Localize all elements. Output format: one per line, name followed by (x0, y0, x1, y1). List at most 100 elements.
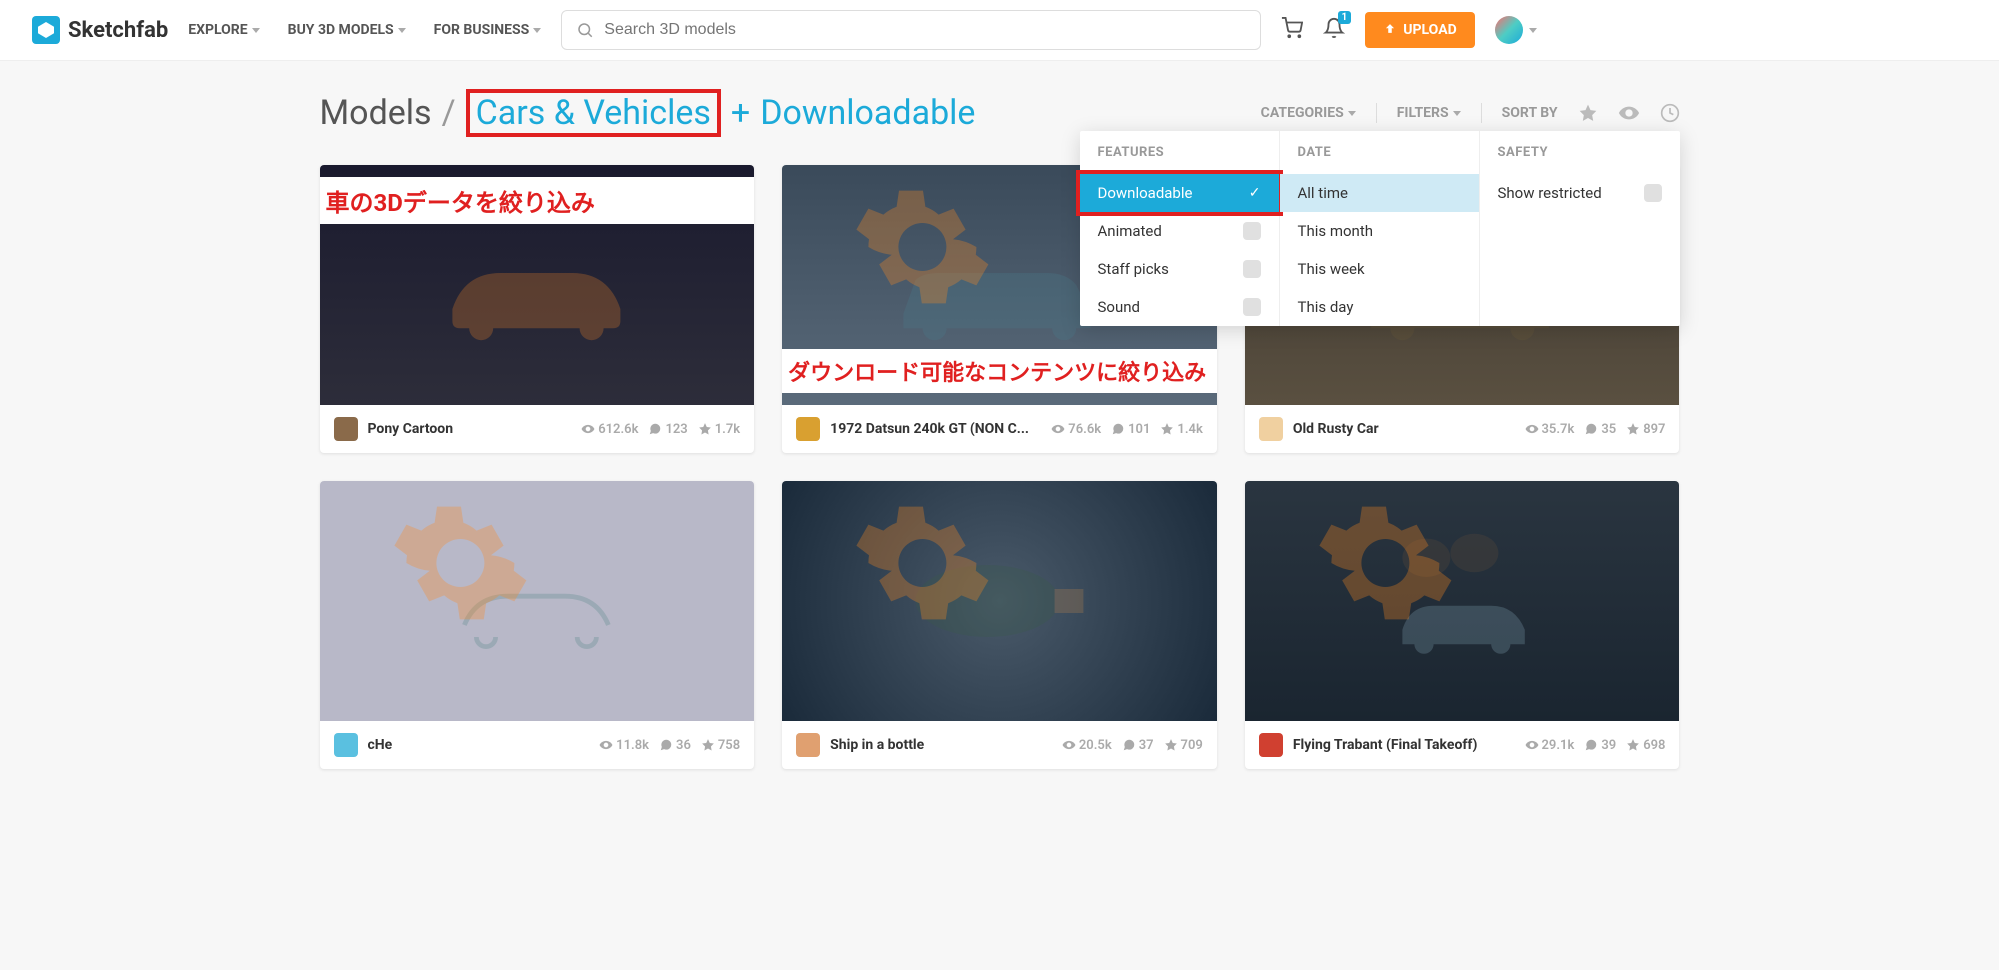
comment-icon (648, 422, 662, 436)
upload-icon (1383, 23, 1397, 37)
gear-icon[interactable] (792, 175, 1053, 319)
annotation-text: ダウンロード可能なコンテンツに絞り込み (782, 349, 1217, 393)
checkbox-icon (1243, 222, 1261, 240)
chevron-down-icon (1453, 111, 1461, 116)
eye-icon (1062, 738, 1076, 752)
author-avatar[interactable] (334, 733, 358, 757)
model-card[interactable]: Flying Trabant (Final Takeoff) 29.1k 39 … (1245, 481, 1680, 769)
search-bar[interactable] (561, 10, 1261, 50)
model-title: Old Rusty Car (1293, 421, 1379, 437)
title-filter[interactable]: Downloadable (760, 93, 975, 133)
cart-button[interactable] (1281, 17, 1303, 43)
sort-by-dropdown[interactable]: SORT BY (1502, 105, 1558, 121)
filter-option-all-time[interactable]: All time (1280, 174, 1479, 212)
user-menu[interactable] (1495, 16, 1537, 44)
car-icon (406, 213, 667, 357)
download-icon[interactable] (483, 491, 744, 635)
filter-option-show-restricted[interactable]: Show restricted (1480, 174, 1680, 212)
model-card[interactable]: Ship in a bottle 20.5k 37 709 (782, 481, 1217, 769)
eye-icon[interactable] (1618, 102, 1640, 124)
model-title: Ship in a bottle (830, 737, 924, 753)
filter-date-column: DATE All time This month This week This … (1280, 131, 1480, 326)
card-footer: cHe 11.8k 36 758 (320, 721, 755, 769)
cart-icon (1281, 17, 1303, 39)
checkbox-icon (1243, 260, 1261, 278)
filters-dropdown[interactable]: FILTERS (1397, 105, 1461, 121)
check-icon: ✓ (1249, 185, 1261, 201)
nav-buy[interactable]: BUY 3D MODELS (288, 22, 406, 38)
page-title: Models / Cars & Vehicles + Downloadable (320, 89, 976, 137)
search-input[interactable] (604, 21, 1246, 39)
star-icon (1626, 738, 1640, 752)
likes-stat: 1.7k (698, 422, 740, 437)
model-title: Flying Trabant (Final Takeoff) (1293, 737, 1478, 753)
eye-icon (1525, 738, 1539, 752)
comment-icon (1111, 422, 1125, 436)
eye-icon (581, 422, 595, 436)
content: Models / Cars & Vehicles + Downloadable … (280, 61, 1720, 797)
eye-icon (1525, 422, 1539, 436)
model-thumbnail: 車の3Dデータを絞り込み (320, 165, 755, 405)
card-footer: Old Rusty Car 35.7k 35 897 (1245, 405, 1680, 453)
model-card[interactable]: 車の3Dデータを絞り込み Pony Cartoon 612.6k 123 1.7… (320, 165, 755, 453)
filter-safety-header: SAFETY (1480, 131, 1680, 174)
card-footer: Flying Trabant (Final Takeoff) 29.1k 39 … (1245, 721, 1680, 769)
sort-controls: CATEGORIES FILTERS SORT BY (1261, 102, 1680, 124)
download-icon[interactable] (1409, 491, 1670, 635)
model-stats: 29.1k 39 698 (1525, 738, 1666, 753)
checkbox-icon (1644, 184, 1662, 202)
author-avatar[interactable] (1259, 733, 1283, 757)
model-card[interactable]: cHe 11.8k 36 758 (320, 481, 755, 769)
annotation-highlight-downloadable: Downloadable ✓ (1076, 170, 1283, 216)
filter-features-column: FEATURES Downloadable ✓ Animated Staff p… (1080, 131, 1280, 326)
filter-option-this-month[interactable]: This month (1280, 212, 1479, 250)
filter-option-this-week[interactable]: This week (1280, 250, 1479, 288)
star-icon (701, 738, 715, 752)
divider (1376, 103, 1377, 123)
author-avatar[interactable] (1259, 417, 1283, 441)
chevron-down-icon (398, 28, 406, 33)
author-avatar[interactable] (796, 733, 820, 757)
logo[interactable]: Sketchfab (32, 16, 168, 44)
model-stats: 76.6k 101 1.4k (1051, 422, 1203, 437)
chevron-down-icon (252, 28, 260, 33)
views-stat: 612.6k (581, 422, 638, 437)
filter-option-staff-picks[interactable]: Staff picks (1080, 250, 1279, 288)
filter-option-animated[interactable]: Animated (1080, 212, 1279, 250)
filter-option-downloadable[interactable]: Downloadable ✓ (1080, 174, 1279, 212)
header-right: 1 UPLOAD (1281, 12, 1536, 48)
comment-icon (1584, 738, 1598, 752)
model-title: 1972 Datsun 240k GT (NON C... (830, 421, 1029, 437)
divider (1481, 103, 1482, 123)
model-stats: 612.6k 123 1.7k (581, 422, 740, 437)
nav-business[interactable]: FOR BUSINESS (434, 22, 542, 38)
categories-dropdown[interactable]: CATEGORIES (1261, 105, 1356, 121)
title-category[interactable]: Cars & Vehicles (476, 93, 711, 133)
author-avatar[interactable] (334, 417, 358, 441)
filter-option-sound[interactable]: Sound (1080, 288, 1279, 326)
card-footer: Ship in a bottle 20.5k 37 709 (782, 721, 1217, 769)
upload-button[interactable]: UPLOAD (1365, 12, 1474, 48)
eye-icon (1051, 422, 1065, 436)
main-nav: EXPLORE BUY 3D MODELS FOR BUSINESS (188, 22, 541, 38)
download-icon[interactable] (946, 491, 1207, 635)
chevron-down-icon (1529, 28, 1537, 33)
star-icon[interactable] (1578, 103, 1598, 123)
author-avatar[interactable] (796, 417, 820, 441)
logo-icon (32, 16, 60, 44)
nav-explore[interactable]: EXPLORE (188, 22, 259, 38)
filter-dropdown: FEATURES Downloadable ✓ Animated Staff p… (1080, 131, 1680, 326)
star-icon (1164, 738, 1178, 752)
search-icon (576, 21, 594, 39)
notifications-button[interactable]: 1 (1323, 17, 1345, 43)
comments-stat: 123 (648, 422, 687, 437)
title-base: Models (320, 93, 432, 133)
clock-icon[interactable] (1660, 103, 1680, 123)
chevron-down-icon (1348, 111, 1356, 116)
star-icon (1626, 422, 1640, 436)
star-icon (1160, 422, 1174, 436)
filter-option-this-day[interactable]: This day (1280, 288, 1479, 326)
chevron-down-icon (533, 28, 541, 33)
avatar (1495, 16, 1523, 44)
filter-safety-column: SAFETY Show restricted (1480, 131, 1680, 326)
